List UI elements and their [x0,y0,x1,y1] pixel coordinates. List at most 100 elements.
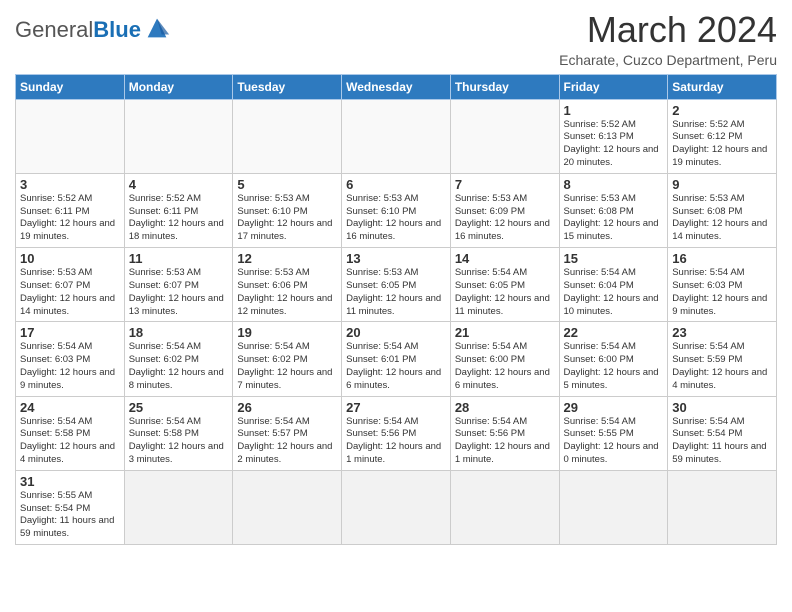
calendar-cell: 16Sunrise: 5:54 AM Sunset: 6:03 PM Dayli… [668,248,777,322]
calendar-cell [342,470,451,544]
day-number: 16 [672,251,772,266]
day-info: Sunrise: 5:54 AM Sunset: 5:55 PM Dayligh… [564,416,664,467]
day-info: Sunrise: 5:54 AM Sunset: 5:58 PM Dayligh… [129,416,229,467]
day-number: 11 [129,251,229,266]
calendar-table: SundayMondayTuesdayWednesdayThursdayFrid… [15,74,777,546]
day-number: 1 [564,103,664,118]
logo-text: GeneralBlue [15,19,141,41]
calendar-cell: 23Sunrise: 5:54 AM Sunset: 5:59 PM Dayli… [668,322,777,396]
day-number: 8 [564,177,664,192]
calendar-cell: 26Sunrise: 5:54 AM Sunset: 5:57 PM Dayli… [233,396,342,470]
calendar-cell: 14Sunrise: 5:54 AM Sunset: 6:05 PM Dayli… [450,248,559,322]
day-number: 27 [346,400,446,415]
day-info: Sunrise: 5:54 AM Sunset: 5:54 PM Dayligh… [672,416,772,467]
day-info: Sunrise: 5:53 AM Sunset: 6:08 PM Dayligh… [564,193,664,244]
day-info: Sunrise: 5:53 AM Sunset: 6:10 PM Dayligh… [346,193,446,244]
calendar-cell [124,470,233,544]
day-number: 19 [237,325,337,340]
day-number: 17 [20,325,120,340]
day-info: Sunrise: 5:54 AM Sunset: 5:59 PM Dayligh… [672,341,772,392]
day-number: 18 [129,325,229,340]
page-header: GeneralBlue March 2024 Echarate, Cuzco D… [15,10,777,68]
week-row-3: 10 Sunrise: 5:53 AM Sunset: 6:07 PM Dayli… [16,248,777,322]
calendar-cell: 17Sunrise: 5:54 AM Sunset: 6:03 PM Dayli… [16,322,125,396]
day-info: Sunrise: 5:54 AM Sunset: 6:02 PM Dayligh… [237,341,337,392]
calendar-cell: 4Sunrise: 5:52 AM Sunset: 6:11 PM Daylig… [124,173,233,247]
weekday-header-sunday: Sunday [16,74,125,99]
location-subtitle: Echarate, Cuzco Department, Peru [559,52,777,68]
day-number: 30 [672,400,772,415]
calendar-cell [450,470,559,544]
day-number: 22 [564,325,664,340]
calendar-cell [342,99,451,173]
day-number: 6 [346,177,446,192]
day-info: Sunrise: 5:53 AM Sunset: 6:10 PM Dayligh… [237,193,337,244]
calendar-cell: 20Sunrise: 5:54 AM Sunset: 6:01 PM Dayli… [342,322,451,396]
day-number: 10 [20,251,120,266]
calendar-cell: 15Sunrise: 5:54 AM Sunset: 6:04 PM Dayli… [559,248,668,322]
day-number: 5 [237,177,337,192]
title-area: March 2024 Echarate, Cuzco Department, P… [559,10,777,68]
day-info: Sunrise: 5:54 AM Sunset: 6:03 PM Dayligh… [672,267,772,318]
day-number: 20 [346,325,446,340]
calendar-cell: 21Sunrise: 5:54 AM Sunset: 6:00 PM Dayli… [450,322,559,396]
week-row-2: 3Sunrise: 5:52 AM Sunset: 6:11 PM Daylig… [16,173,777,247]
day-info: Sunrise: 5:54 AM Sunset: 6:02 PM Dayligh… [129,341,229,392]
calendar-cell [450,99,559,173]
calendar-cell: 18Sunrise: 5:54 AM Sunset: 6:02 PM Dayli… [124,322,233,396]
calendar-cell: 8Sunrise: 5:53 AM Sunset: 6:08 PM Daylig… [559,173,668,247]
day-info: Sunrise: 5:53 AM Sunset: 6:07 PM Dayligh… [129,267,229,318]
day-number: 4 [129,177,229,192]
calendar-cell: 29Sunrise: 5:54 AM Sunset: 5:55 PM Dayli… [559,396,668,470]
day-info: Sunrise: 5:54 AM Sunset: 5:57 PM Dayligh… [237,416,337,467]
calendar-cell: 22Sunrise: 5:54 AM Sunset: 6:00 PM Dayli… [559,322,668,396]
day-number: 28 [455,400,555,415]
day-info: Sunrise: 5:55 AM Sunset: 5:54 PM Dayligh… [20,490,120,541]
day-number: 7 [455,177,555,192]
day-number: 31 [20,474,120,489]
calendar-cell: 19Sunrise: 5:54 AM Sunset: 6:02 PM Dayli… [233,322,342,396]
calendar-cell: 2Sunrise: 5:52 AM Sunset: 6:12 PM Daylig… [668,99,777,173]
calendar-cell: 27Sunrise: 5:54 AM Sunset: 5:56 PM Dayli… [342,396,451,470]
day-number: 3 [20,177,120,192]
day-info: Sunrise: 5:54 AM Sunset: 6:00 PM Dayligh… [564,341,664,392]
calendar-cell: 7Sunrise: 5:53 AM Sunset: 6:09 PM Daylig… [450,173,559,247]
day-info: Sunrise: 5:53 AM Sunset: 6:06 PM Dayligh… [237,267,337,318]
weekday-header-row: SundayMondayTuesdayWednesdayThursdayFrid… [16,74,777,99]
day-info: Sunrise: 5:53 AM Sunset: 6:05 PM Dayligh… [346,267,446,318]
calendar-cell: 1Sunrise: 5:52 AM Sunset: 6:13 PM Daylig… [559,99,668,173]
calendar-cell: 9Sunrise: 5:53 AM Sunset: 6:08 PM Daylig… [668,173,777,247]
weekday-header-monday: Monday [124,74,233,99]
calendar-cell [233,99,342,173]
logo-icon [143,14,171,42]
day-number: 25 [129,400,229,415]
day-info: Sunrise: 5:54 AM Sunset: 6:00 PM Dayligh… [455,341,555,392]
weekday-header-friday: Friday [559,74,668,99]
calendar-cell: 24Sunrise: 5:54 AM Sunset: 5:58 PM Dayli… [16,396,125,470]
day-number: 9 [672,177,772,192]
calendar-cell [124,99,233,173]
day-number: 24 [20,400,120,415]
day-info: Sunrise: 5:54 AM Sunset: 5:58 PM Dayligh… [20,416,120,467]
day-number: 15 [564,251,664,266]
day-info: Sunrise: 5:53 AM Sunset: 6:08 PM Dayligh… [672,193,772,244]
calendar-cell: 31Sunrise: 5:55 AM Sunset: 5:54 PM Dayli… [16,470,125,544]
weekday-header-wednesday: Wednesday [342,74,451,99]
day-number: 26 [237,400,337,415]
week-row-4: 17Sunrise: 5:54 AM Sunset: 6:03 PM Dayli… [16,322,777,396]
calendar-cell: 25Sunrise: 5:54 AM Sunset: 5:58 PM Dayli… [124,396,233,470]
day-number: 12 [237,251,337,266]
calendar-cell: 12Sunrise: 5:53 AM Sunset: 6:06 PM Dayli… [233,248,342,322]
day-info: Sunrise: 5:54 AM Sunset: 6:05 PM Dayligh… [455,267,555,318]
calendar-cell [233,470,342,544]
calendar-cell: 6Sunrise: 5:53 AM Sunset: 6:10 PM Daylig… [342,173,451,247]
calendar-cell: 5Sunrise: 5:53 AM Sunset: 6:10 PM Daylig… [233,173,342,247]
calendar-cell [559,470,668,544]
day-info: Sunrise: 5:52 AM Sunset: 6:11 PM Dayligh… [20,193,120,244]
day-number: 14 [455,251,555,266]
month-year-title: March 2024 [559,10,777,50]
day-number: 29 [564,400,664,415]
day-info: Sunrise: 5:54 AM Sunset: 5:56 PM Dayligh… [346,416,446,467]
logo: GeneralBlue [15,10,171,42]
day-info: Sunrise: 5:54 AM Sunset: 6:03 PM Dayligh… [20,341,120,392]
